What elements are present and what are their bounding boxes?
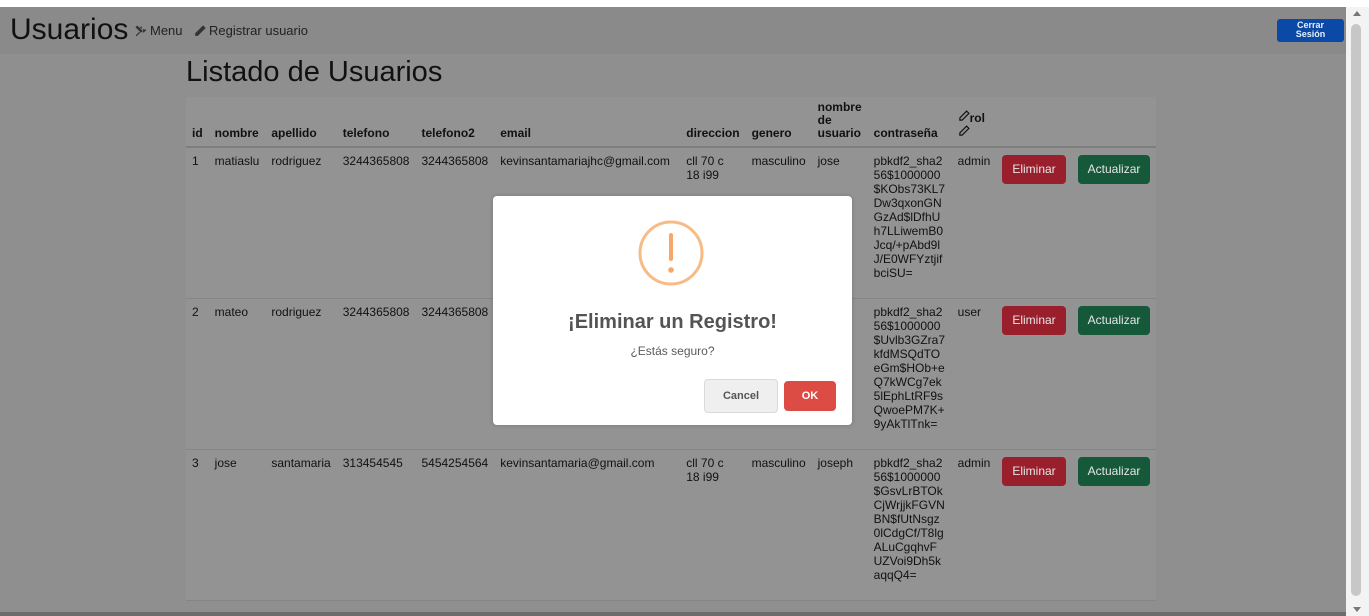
col-header-genero: genero	[745, 97, 812, 148]
cell-telefono: 3244365808	[336, 298, 416, 450]
delete-button[interactable]: Eliminar	[1002, 456, 1066, 486]
scroll-up-arrow-icon[interactable]	[1353, 11, 1361, 16]
cell-rol: admin	[951, 449, 997, 601]
cell-contrasena-text: pbkdf2_sha256$1000000$GsvLrBTOkCjWrjjkFG…	[873, 455, 945, 582]
cell-nombre: mateo	[208, 298, 266, 450]
cell-delete: Eliminar	[996, 147, 1072, 299]
logout-button[interactable]: Cerrar Sesión	[1277, 19, 1344, 42]
cell-email: kevinsantamaria@gmail.com	[494, 449, 681, 601]
cell-contrasena-text: pbkdf2_sha256$1000000$KObs73KL7Dw3qxonGN…	[873, 154, 946, 280]
col-header-contrasena: contraseña	[867, 97, 952, 148]
delete-button[interactable]: Eliminar	[1002, 155, 1066, 184]
cell-rol: user	[951, 298, 997, 450]
vertical-scrollbar[interactable]	[1346, 7, 1369, 616]
cell-nombre: matiaslu	[208, 147, 266, 299]
cell-update: Actualizar	[1071, 298, 1157, 450]
navbar: Usuarios Menu Registrar usuario Cerrar S…	[0, 7, 1346, 54]
confirm-delete-dialog: ¡Eliminar un Registro! ¿Estás seguro? Ca…	[493, 196, 852, 425]
col-header-rol: rol	[951, 97, 997, 148]
cell-telefono: 3244365808	[336, 147, 416, 299]
scrollbar-thumb[interactable]	[1351, 24, 1361, 596]
col-header-rol-top: rol	[958, 110, 991, 125]
col-header-telefono: telefono	[336, 97, 416, 148]
cell-genero: masculino	[745, 449, 812, 601]
cell-id: 3	[186, 449, 209, 601]
cell-usuario: joseph	[811, 449, 868, 601]
dialog-title: ¡Eliminar un Registro!	[568, 311, 777, 333]
update-button[interactable]: Actualizar	[1077, 456, 1151, 486]
cell-id: 1	[186, 147, 209, 299]
col-header-usuario: nombre de usuario	[811, 97, 868, 148]
col-header-actions-2	[1071, 97, 1157, 148]
col-header-usuario-line3: usuario	[817, 126, 861, 140]
cell-direccion-line1: cll 70 c	[686, 154, 724, 168]
col-header-apellido: apellido	[265, 97, 337, 148]
update-button[interactable]: Actualizar	[1077, 155, 1151, 184]
cell-update: Actualizar	[1071, 449, 1157, 601]
cell-apellido: rodriguez	[265, 298, 337, 450]
cell-telefono: 313454545	[336, 449, 416, 601]
cell-telefono2: 3244365808	[415, 298, 495, 450]
cell-delete: Eliminar	[996, 449, 1072, 601]
logout-label-line2: Sesión	[1295, 29, 1326, 39]
cell-apellido: santamaria	[265, 449, 337, 601]
col-header-id: id	[186, 97, 209, 148]
cell-telefono2: 5454254564	[415, 449, 495, 601]
cell-update: Actualizar	[1071, 147, 1157, 299]
cell-rol: admin	[951, 147, 997, 299]
cell-delete: Eliminar	[996, 298, 1072, 450]
table-header-row: id nombre apellido telefono telefono2 em…	[186, 97, 1157, 148]
pencil-icon	[195, 24, 206, 36]
cell-contrasena: pbkdf2_sha256$1000000$GsvLrBTOkCjWrjjkFG…	[867, 449, 952, 601]
table-row: 3 jose santamaria 313454545 5454254564 k…	[186, 449, 1157, 601]
navbar-brand[interactable]: Usuarios	[10, 13, 128, 47]
col-header-actions	[996, 97, 1072, 148]
dialog-text: ¿Estás seguro?	[630, 344, 715, 358]
cell-contrasena-text: pbkdf2_sha256$1000000$Uvlb3GZra7kfdMSQdT…	[873, 304, 946, 431]
warning-icon	[638, 220, 704, 286]
cell-telefono2: 3244365808	[415, 147, 495, 299]
cell-nombre: jose	[208, 449, 266, 601]
col-header-email: email	[494, 97, 681, 148]
update-button[interactable]: Actualizar	[1077, 305, 1151, 335]
pencil-icon	[958, 125, 970, 136]
top-window-strip	[0, 0, 1369, 7]
nav-link-menu-label: Menu	[150, 23, 183, 38]
delete-button[interactable]: Eliminar	[1002, 305, 1066, 335]
bottom-edge	[0, 612, 1346, 616]
nav-link-menu[interactable]: Menu	[134, 23, 183, 38]
cell-contrasena: pbkdf2_sha256$1000000$KObs73KL7Dw3qxonGN…	[867, 147, 952, 299]
col-header-rol-label: rol	[969, 111, 985, 125]
tools-icon	[135, 25, 147, 36]
ok-button[interactable]: OK	[784, 381, 836, 411]
cell-direccion-line2: 18 i99	[686, 469, 719, 484]
scroll-down-arrow-icon[interactable]	[1353, 607, 1361, 612]
nav-link-register-label: Registrar usuario	[209, 23, 308, 38]
col-header-telefono2: telefono2	[415, 97, 495, 148]
cell-contrasena: pbkdf2_sha256$1000000$Uvlb3GZra7kfdMSQdT…	[867, 298, 952, 450]
cell-direccion: cll 70 c 18 i99	[680, 449, 746, 601]
cell-apellido: rodriguez	[265, 147, 337, 299]
cancel-button[interactable]: Cancel	[704, 379, 778, 413]
cell-direccion-line2: 18 i99	[686, 168, 719, 182]
page-title: Listado de Usuarios	[186, 56, 443, 88]
cell-direccion-line1: cll 70 c	[686, 455, 724, 470]
pencil-icon	[958, 110, 970, 121]
col-header-direccion: direccion	[680, 97, 746, 148]
cell-id: 2	[186, 298, 209, 450]
col-header-nombre: nombre	[208, 97, 266, 148]
nav-link-register[interactable]: Registrar usuario	[193, 23, 308, 38]
